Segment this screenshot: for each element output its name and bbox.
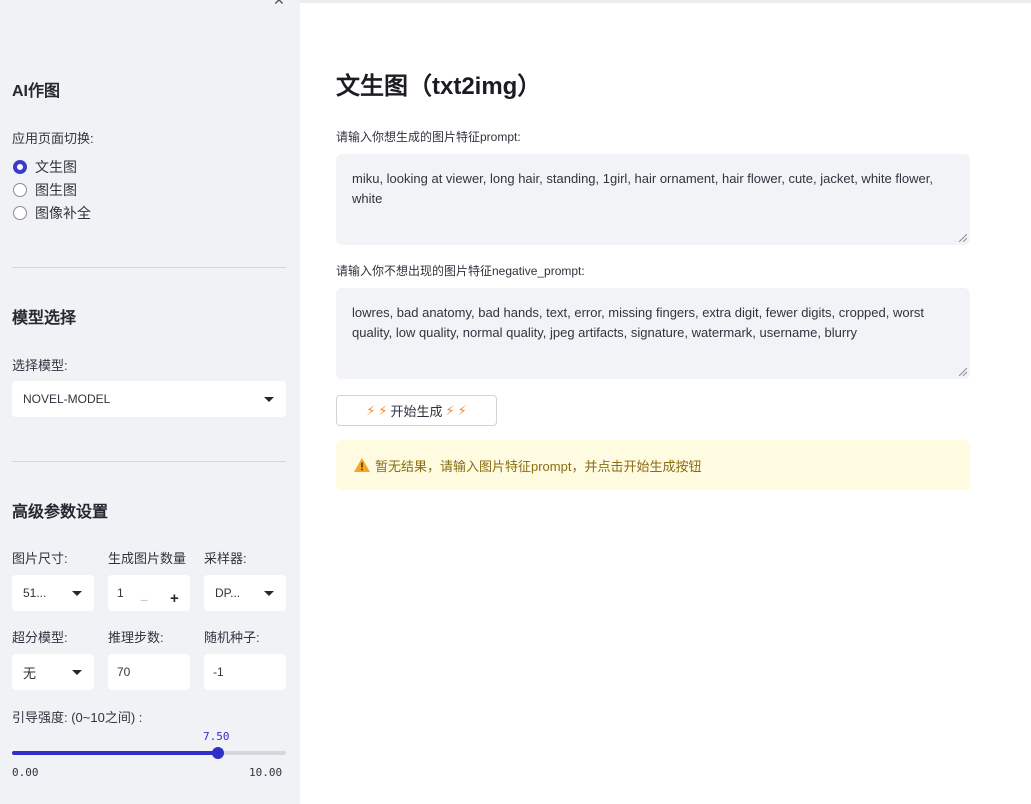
resize-handle-icon[interactable] [959, 368, 967, 376]
minus-icon[interactable]: − [140, 592, 148, 608]
size-select[interactable]: 51... [12, 575, 94, 611]
lightning-icon: ⚡ [366, 402, 376, 418]
divider [12, 461, 286, 462]
seed-input[interactable]: -1 [204, 654, 286, 690]
page-title: 文生图（txt2img） [336, 73, 542, 100]
upscale-select[interactable]: 无 [12, 654, 94, 690]
page-switch-label: 应用页面切换: [12, 131, 94, 146]
slider-fill [12, 751, 218, 755]
radio-label: 图像补全 [35, 205, 91, 221]
radio-label: 图生图 [35, 182, 77, 198]
radio-unselected-icon [13, 183, 27, 197]
size-select-value: 51... [23, 586, 47, 600]
slider-thumb[interactable] [211, 747, 224, 759]
lightning-icon: ⚡ [378, 402, 388, 418]
model-select-value: NOVEL-MODEL [23, 392, 111, 406]
slider-value: 7.50 [203, 730, 230, 743]
warning-text: 暂无结果，请输入图片特征prompt，并点击开始生成按钮 [375, 458, 702, 474]
seed-value: -1 [213, 665, 224, 679]
steps-label: 推理步数: [108, 630, 164, 645]
section-title-ai: AI作图 [12, 83, 61, 100]
resize-handle-icon[interactable] [959, 234, 967, 242]
chevron-down-icon [72, 591, 82, 596]
slider-max: 10.00 [249, 766, 283, 779]
radio-unselected-icon [13, 206, 27, 220]
radio-label: 文生图 [35, 159, 77, 175]
prompt-textarea[interactable]: miku, looking at viewer, long hair, stan… [336, 154, 970, 245]
lightning-icon: ⚡ [445, 402, 455, 418]
collapse-icon[interactable]: ✕ [268, 0, 290, 7]
steps-value: 70 [117, 665, 131, 679]
warning-icon [354, 458, 370, 472]
chevron-down-icon [264, 397, 274, 402]
sampler-select-value: DP... [215, 586, 241, 600]
prompt-text: miku, looking at viewer, long hair, stan… [352, 171, 933, 206]
count-label: 生成图片数量 [108, 551, 187, 566]
model-select[interactable]: NOVEL-MODEL [12, 381, 286, 417]
chevron-down-icon [72, 670, 82, 675]
slider-min: 0.00 [12, 766, 39, 779]
warning-alert: 暂无结果，请输入图片特征prompt，并点击开始生成按钮 [336, 440, 970, 490]
model-label: 选择模型: [12, 358, 68, 373]
negative-prompt-label: 请输入你不想出现的图片特征negative_prompt: [336, 264, 585, 278]
divider [12, 267, 286, 268]
radio-selected-icon [13, 160, 27, 174]
size-label: 图片尺寸: [12, 551, 68, 566]
steps-input[interactable]: 70 [108, 654, 190, 690]
section-title-model: 模型选择 [12, 310, 77, 327]
radio-page-txt2img[interactable]: 文生图 [13, 158, 77, 176]
prompt-label: 请输入你想生成的图片特征prompt: [336, 130, 521, 144]
section-title-advanced: 高级参数设置 [12, 504, 109, 521]
negative-prompt-text: lowres, bad anatomy, bad hands, text, er… [352, 305, 925, 340]
generate-button-label: 开始生成 [390, 404, 443, 419]
generate-button[interactable]: ⚡ ⚡ 开始生成 ⚡ ⚡ [336, 395, 497, 426]
chevron-down-icon [264, 591, 274, 596]
plus-icon[interactable]: + [170, 590, 179, 607]
sampler-label: 采样器: [204, 551, 247, 566]
seed-label: 随机种子: [204, 630, 260, 645]
lightning-icon: ⚡ [457, 402, 467, 418]
upscale-select-value: 无 [23, 665, 37, 681]
sampler-select[interactable]: DP... [204, 575, 286, 611]
upscale-label: 超分模型: [12, 630, 68, 645]
guidance-label: 引导强度: (0~10之间) : [12, 710, 143, 725]
radio-page-img2img[interactable]: 图生图 [13, 181, 77, 199]
top-decoration [300, 0, 1031, 3]
radio-page-inpaint[interactable]: 图像补全 [13, 204, 91, 222]
sidebar: ✕ AI作图 应用页面切换: 文生图 图生图 图像补全 模型选择 选择模型: N… [0, 0, 300, 804]
negative-prompt-textarea[interactable]: lowres, bad anatomy, bad hands, text, er… [336, 288, 970, 379]
count-value: 1 [117, 586, 124, 600]
